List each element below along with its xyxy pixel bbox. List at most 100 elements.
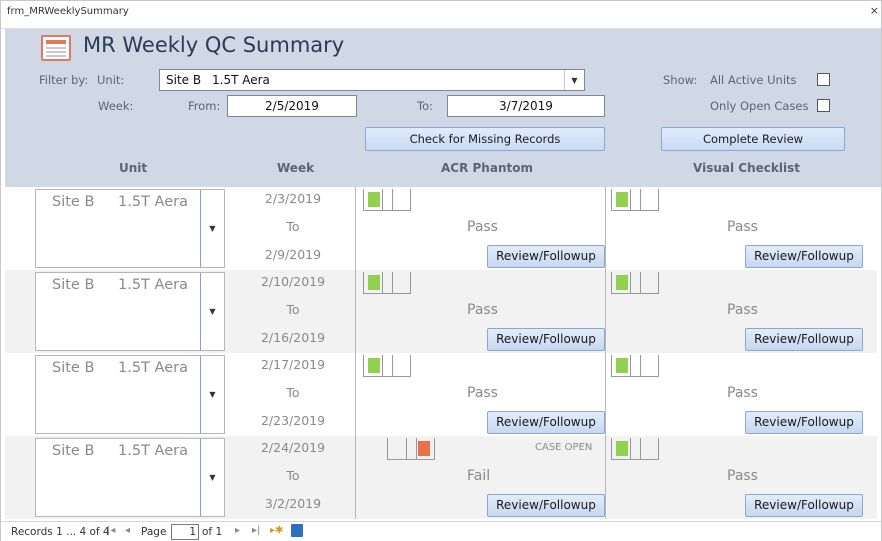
- to-date-input[interactable]: 3/7/2019: [447, 95, 605, 117]
- visual-status-text: Pass: [727, 468, 758, 484]
- week-start: 2/17/2019: [260, 357, 326, 372]
- page-title: MR Weekly QC Summary: [83, 33, 345, 57]
- status-indicator-fill: [616, 358, 628, 373]
- column-header-unit: Unit: [119, 161, 148, 175]
- visual-status-indicator: [611, 272, 659, 294]
- record-row: Site B 1.5T Aera ▼ 2/17/2019 To 2/23/201…: [5, 353, 877, 436]
- visual-review-followup-button[interactable]: Review/Followup: [745, 494, 863, 517]
- acr-status-text: Pass: [467, 219, 498, 235]
- record-row: Site B 1.5T Aera ▼ 2/3/2019 To 2/9/2019 …: [5, 187, 877, 270]
- week-to-label: To: [286, 219, 300, 234]
- to-date-value: 3/7/2019: [499, 99, 553, 113]
- column-divider: [605, 187, 606, 270]
- first-record-icon[interactable]: |◂: [107, 525, 115, 536]
- acr-status-indicator: [387, 438, 435, 460]
- unit-combo[interactable]: Site B 1.5T Aera ▼: [35, 355, 225, 434]
- record-row: Site B 1.5T Aera ▼ 2/10/2019 To 2/16/201…: [5, 270, 877, 353]
- status-indicator-fill: [616, 192, 628, 207]
- status-indicator-fill: [368, 275, 380, 290]
- chevron-down-icon[interactable]: ▼: [200, 356, 224, 433]
- visual-status-indicator: [611, 355, 659, 377]
- record-navigation-bar: Records 1 ... 4 of 4 |◂ ◂ Page 1 of 1 ▸ …: [1, 521, 881, 541]
- unit-label: Unit:: [97, 73, 125, 87]
- to-label: To:: [417, 99, 433, 113]
- unit-select-model: 1.5T Aera: [212, 73, 270, 87]
- acr-review-followup-button[interactable]: Review/Followup: [487, 328, 605, 351]
- status-indicator-fill: [368, 192, 380, 207]
- form-icon: [41, 35, 71, 61]
- filter-by-label: Filter by:: [39, 73, 89, 87]
- next-record-icon[interactable]: ▸: [235, 525, 240, 536]
- visual-status-indicator: [611, 189, 659, 211]
- only-open-cases-label: Only Open Cases: [710, 99, 809, 113]
- acr-status-indicator: [363, 272, 411, 294]
- complete-review-button[interactable]: Complete Review: [661, 127, 845, 151]
- week-to-label: To: [286, 302, 300, 317]
- week-start: 2/10/2019: [260, 274, 326, 289]
- unit-site: Site B: [52, 360, 95, 376]
- check-missing-records-button[interactable]: Check for Missing Records: [365, 127, 605, 151]
- title-bar: frm_MRWeeklySummary ×: [1, 1, 881, 29]
- column-divider: [355, 436, 356, 519]
- unit-model: 1.5T Aera: [118, 443, 188, 459]
- unit-select[interactable]: Site B 1.5T Aera ▼: [159, 69, 585, 91]
- status-indicator-fill: [368, 358, 380, 373]
- week-label: Week:: [98, 99, 134, 113]
- week-end: 2/23/2019: [260, 413, 326, 428]
- week-start: 2/3/2019: [264, 191, 322, 206]
- visual-status-text: Pass: [727, 219, 758, 235]
- from-date-input[interactable]: 2/5/2019: [227, 95, 357, 117]
- week-end: 2/16/2019: [260, 330, 326, 345]
- unit-model: 1.5T Aera: [118, 277, 188, 293]
- all-active-units-checkbox[interactable]: [817, 73, 830, 86]
- week-to-label: To: [286, 468, 300, 483]
- last-record-icon[interactable]: ▸|: [252, 525, 260, 536]
- unit-combo[interactable]: Site B 1.5T Aera ▼: [35, 272, 225, 351]
- column-divider: [605, 436, 606, 519]
- visual-status-text: Pass: [727, 385, 758, 401]
- unit-combo[interactable]: Site B 1.5T Aera ▼: [35, 189, 225, 268]
- page-label: Page: [141, 526, 167, 538]
- chevron-down-icon[interactable]: ▼: [200, 439, 224, 516]
- acr-status-text: Pass: [467, 302, 498, 318]
- column-divider: [605, 353, 606, 436]
- prev-record-icon[interactable]: ◂: [125, 525, 130, 536]
- visual-review-followup-button[interactable]: Review/Followup: [745, 411, 863, 434]
- status-indicator-fill: [418, 441, 430, 456]
- chevron-down-icon[interactable]: ▼: [200, 273, 224, 350]
- all-active-units-label: All Active Units: [710, 73, 797, 87]
- acr-review-followup-button[interactable]: Review/Followup: [487, 494, 605, 517]
- acr-review-followup-button[interactable]: Review/Followup: [487, 245, 605, 268]
- visual-review-followup-button[interactable]: Review/Followup: [745, 245, 863, 268]
- save-icon[interactable]: [291, 524, 303, 537]
- acr-status-indicator: [363, 189, 411, 211]
- from-date-value: 2/5/2019: [265, 99, 319, 113]
- record-row: Site B 1.5T Aera ▼ 2/24/2019 To 3/2/2019…: [5, 436, 877, 519]
- column-divider: [355, 270, 356, 353]
- week-start: 2/24/2019: [260, 440, 326, 455]
- unit-site: Site B: [52, 277, 95, 293]
- window-title: frm_MRWeeklySummary: [7, 6, 129, 17]
- page-number-input[interactable]: 1: [171, 524, 199, 540]
- column-header-acr-phantom: ACR Phantom: [441, 161, 533, 175]
- acr-status-indicator: [363, 355, 411, 377]
- from-label: From:: [188, 99, 221, 113]
- case-open-badge: CASE OPEN: [535, 442, 593, 453]
- records-count: Records 1 ... 4 of 4: [11, 526, 110, 538]
- only-open-cases-checkbox[interactable]: [817, 99, 830, 112]
- chevron-down-icon[interactable]: ▼: [200, 190, 224, 267]
- new-record-icon[interactable]: ▸✱: [270, 525, 283, 536]
- week-end: 3/2/2019: [264, 496, 322, 511]
- status-indicator-fill: [616, 275, 628, 290]
- unit-combo[interactable]: Site B 1.5T Aera ▼: [35, 438, 225, 517]
- form-window: frm_MRWeeklySummary × MR Weekly QC Summa…: [0, 0, 882, 541]
- visual-review-followup-button[interactable]: Review/Followup: [745, 328, 863, 351]
- column-header-visual-checklist: Visual Checklist: [693, 161, 800, 175]
- visual-status-text: Pass: [727, 302, 758, 318]
- chevron-down-icon[interactable]: ▼: [564, 70, 584, 90]
- close-icon[interactable]: ×: [870, 4, 879, 17]
- status-indicator-fill: [616, 441, 628, 456]
- acr-review-followup-button[interactable]: Review/Followup: [487, 411, 605, 434]
- page-count-label: of 1: [202, 526, 223, 538]
- form-header: MR Weekly QC Summary Filter by: Unit: Si…: [5, 29, 881, 187]
